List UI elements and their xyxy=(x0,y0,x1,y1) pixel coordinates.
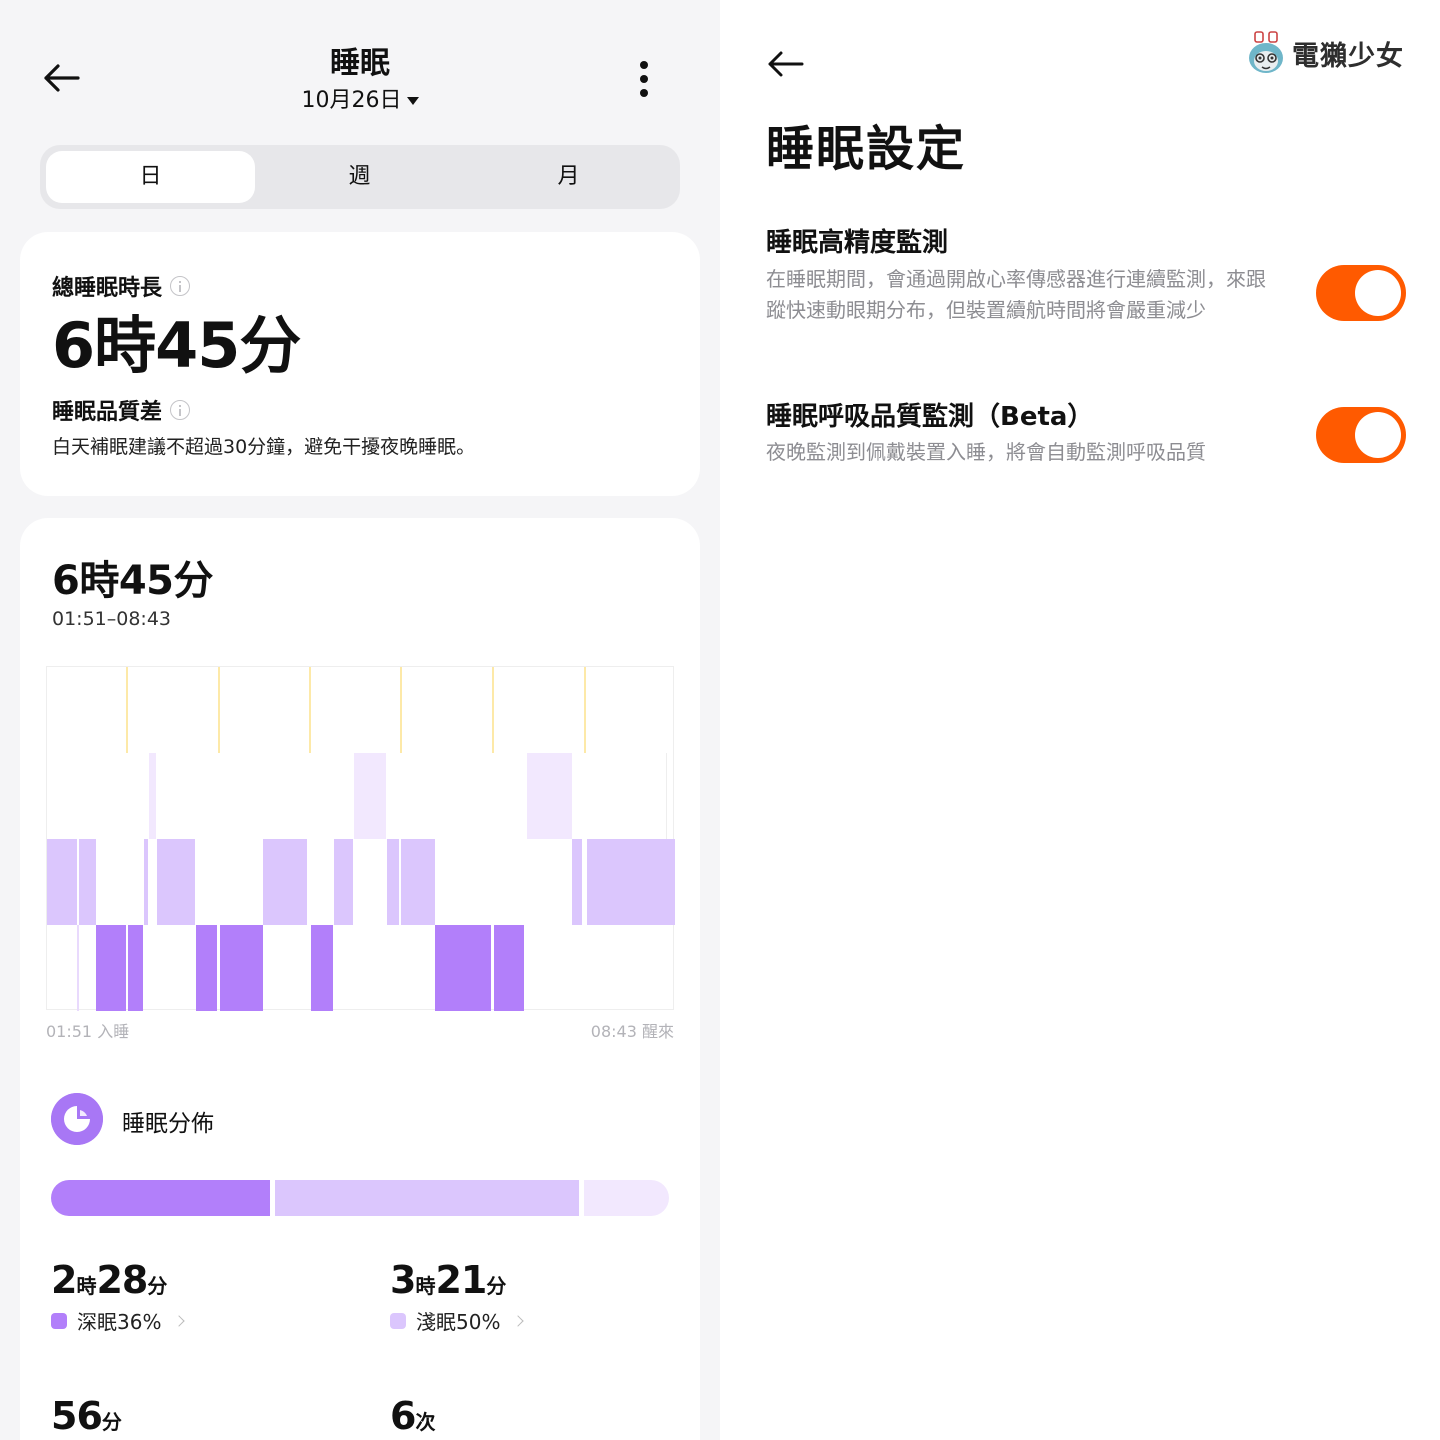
awake-marker xyxy=(492,667,494,753)
light-hours: 3 xyxy=(390,1258,416,1302)
deep-minutes: 28 xyxy=(96,1258,148,1302)
chevron-right-icon xyxy=(173,1314,186,1327)
light-segment xyxy=(47,839,77,925)
date-selector[interactable]: 10月26日 xyxy=(302,84,419,118)
transition-line xyxy=(77,925,79,1011)
light-sleep-legend[interactable]: 淺眠50% xyxy=(390,1306,525,1335)
deep-segment xyxy=(311,925,333,1011)
date-label: 10月26日 xyxy=(301,88,402,113)
tab-day[interactable]: 日 xyxy=(46,151,255,203)
deep-sleep-legend[interactable]: 深眠36% xyxy=(51,1306,186,1335)
deep-segment xyxy=(435,925,491,1011)
sleep-time-range: 01:51–08:43 xyxy=(52,608,172,630)
light-segment xyxy=(387,839,399,925)
tab-week[interactable]: 週 xyxy=(255,151,464,203)
light-segment xyxy=(587,839,675,925)
high-precision-description: 在睡眠期間，會通過開啟心率傳感器進行連續監測，來跟蹤快速動眼期分布，但裝置續航時… xyxy=(766,267,1266,322)
sleep-day-screen: 睡眠 10月26日 日 週 月 總睡眠時長 6時45分 睡眠品質差 白天補眠建議… xyxy=(0,0,720,1440)
high-precision-title: 睡眠高精度監測 xyxy=(766,228,949,258)
watermark-logo: 電獺少女 xyxy=(1246,30,1404,76)
page-title: 睡眠 xyxy=(330,46,390,81)
toggle-knob xyxy=(1355,412,1401,458)
awake-marker xyxy=(126,667,128,753)
back-arrow-icon[interactable] xyxy=(766,46,806,82)
toggle-knob xyxy=(1355,270,1401,316)
awake-marker xyxy=(218,667,220,753)
chart-start-label: 01:51 入睡 xyxy=(46,1022,130,1041)
total-sleep-label-row: 總睡眠時長 xyxy=(52,270,191,302)
deep-segment xyxy=(220,925,263,1011)
awake-marker xyxy=(584,667,586,753)
breathing-quality-toggle[interactable] xyxy=(1316,407,1406,463)
total-sleep-label: 總睡眠時長 xyxy=(52,276,163,301)
awake-marker xyxy=(400,667,402,753)
hour-unit: 時 xyxy=(415,1274,436,1298)
info-icon[interactable] xyxy=(170,400,191,420)
deep-sleep-label: 深眠36% xyxy=(77,1310,162,1334)
minute-unit: 分 xyxy=(147,1274,168,1298)
total-sleep-value: 6時45分 xyxy=(52,309,301,382)
light-sleep-segment xyxy=(275,1180,579,1216)
chart-end-label: 08:43 醒來 xyxy=(590,1022,674,1041)
light-segment xyxy=(334,839,353,925)
light-sleep-label: 淺眠50% xyxy=(416,1310,501,1334)
distribution-title: 睡眠分佈 xyxy=(122,1111,214,1137)
rem-segment xyxy=(149,753,156,839)
period-tabs: 日 週 月 xyxy=(40,145,680,209)
light-swatch xyxy=(390,1312,406,1329)
breathing-quality-title: 睡眠呼吸品質監測（Beta） xyxy=(766,402,1094,432)
rem-segment xyxy=(354,753,386,839)
deep-segment xyxy=(494,925,524,1011)
light-segment xyxy=(572,839,582,925)
sleep-quality-label: 睡眠品質差 xyxy=(52,400,163,425)
rem-minutes: 56 xyxy=(51,1394,103,1438)
caret-down-icon xyxy=(406,97,419,105)
hour-unit: 時 xyxy=(76,1274,97,1298)
settings-title: 睡眠設定 xyxy=(766,121,967,177)
deep-sleep-segment xyxy=(51,1180,270,1216)
light-segment xyxy=(79,839,96,925)
otter-mascot-icon xyxy=(1249,31,1283,73)
rem-segment xyxy=(527,753,572,839)
logo-text: 電獺少女 xyxy=(1292,40,1404,72)
wake-count-value: 6 xyxy=(390,1394,416,1438)
transition-line xyxy=(666,753,667,839)
sleep-distribution-bar xyxy=(51,1180,669,1216)
minute-unit: 分 xyxy=(486,1274,507,1298)
deep-segment xyxy=(96,925,126,1011)
rem-sleep-segment xyxy=(584,1180,669,1216)
hypnogram-svg xyxy=(47,667,675,1011)
deep-sleep-duration: 2時28分 xyxy=(51,1256,167,1310)
light-sleep-duration: 3時21分 xyxy=(390,1256,506,1310)
light-segment xyxy=(263,839,307,925)
quality-label-row: 睡眠品質差 xyxy=(52,394,191,426)
sleep-stage-chart[interactable] xyxy=(46,666,675,1011)
light-segment xyxy=(144,839,148,925)
sleep-advice-text: 白天補眠建議不超過30分鐘，避免干擾夜晚睡眠。 xyxy=(52,436,476,458)
wake-count: 6次 xyxy=(390,1392,435,1440)
deep-segment xyxy=(128,925,143,1011)
chevron-right-icon xyxy=(512,1314,525,1327)
minute-unit: 分 xyxy=(101,1410,122,1434)
sleep-duration: 6時45分 xyxy=(52,558,214,604)
rem-sleep-duration: 56分 xyxy=(51,1392,122,1440)
light-segment xyxy=(401,839,435,925)
header-title-block: 睡眠 10月26日 xyxy=(0,44,720,118)
tab-month[interactable]: 月 xyxy=(464,151,673,203)
sleep-settings-screen: 電獺少女 睡眠設定 睡眠高精度監測 在睡眠期間，會通過開啟心率傳感器進行連續監測… xyxy=(720,0,1440,1440)
deep-swatch xyxy=(51,1312,67,1329)
light-segment xyxy=(157,839,195,925)
top-app-bar: 睡眠 10月26日 xyxy=(0,0,720,130)
deep-segment xyxy=(196,925,217,1011)
deep-hours: 2 xyxy=(51,1258,77,1302)
light-minutes: 21 xyxy=(435,1258,487,1302)
awake-marker xyxy=(309,667,311,753)
info-icon[interactable] xyxy=(170,276,191,296)
more-vertical-icon[interactable] xyxy=(630,58,658,100)
count-unit: 次 xyxy=(415,1410,436,1434)
high-precision-toggle[interactable] xyxy=(1316,265,1406,321)
breathing-quality-description: 夜晚監測到佩戴裝置入睡，將會自動監測呼吸品質 xyxy=(766,440,1206,464)
distribution-icon xyxy=(51,1093,103,1145)
